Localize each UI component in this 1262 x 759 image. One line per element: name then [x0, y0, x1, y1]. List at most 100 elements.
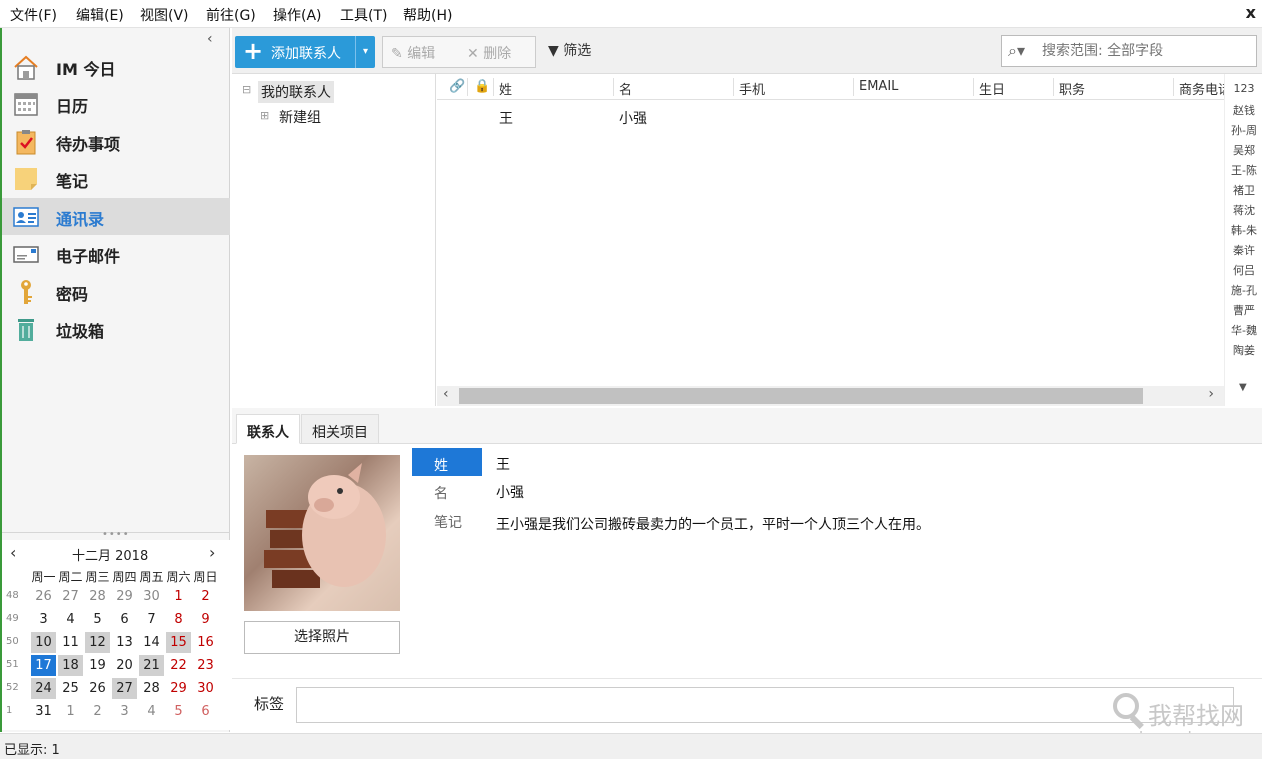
calendar-day[interactable]: 12: [85, 632, 110, 653]
calendar-day[interactable]: 1: [166, 586, 191, 607]
sidebar-item-passwords[interactable]: 密码: [2, 273, 230, 310]
calendar-day[interactable]: 3: [31, 609, 56, 630]
menu-go[interactable]: 前往(G): [206, 5, 256, 25]
scroll-right-icon[interactable]: ›: [1208, 386, 1214, 402]
close-window-button[interactable]: x: [1246, 3, 1256, 22]
column-job-title[interactable]: 职务: [1059, 79, 1085, 98]
column-mobile[interactable]: 手机: [739, 79, 765, 98]
menu-tools[interactable]: 工具(T): [340, 5, 387, 25]
alpha-index-item[interactable]: 褚卫: [1225, 182, 1262, 198]
calendar-day[interactable]: 28: [139, 678, 164, 699]
sidebar-item-im-today[interactable]: IM 今日: [2, 48, 230, 85]
calendar-day[interactable]: 5: [166, 701, 191, 722]
column-given-name[interactable]: 名: [619, 79, 632, 98]
calendar-day[interactable]: 30: [139, 586, 164, 607]
edit-button[interactable]: ✎ 编辑: [391, 43, 435, 63]
alpha-index-item[interactable]: 秦许: [1225, 242, 1262, 258]
sidebar-item-trash[interactable]: 垃圾箱: [2, 310, 230, 347]
scroll-left-icon[interactable]: ‹: [443, 386, 449, 402]
calendar-day[interactable]: 29: [112, 586, 137, 607]
horizontal-scrollbar[interactable]: ‹ ›: [437, 386, 1224, 406]
calendar-day[interactable]: 23: [193, 655, 218, 676]
tree-node-new-group[interactable]: 新建组: [279, 107, 321, 127]
field-label-surname[interactable]: 姓: [412, 448, 482, 476]
tab-related-items[interactable]: 相关项目: [301, 414, 379, 444]
calendar-day[interactable]: 22: [166, 655, 191, 676]
alpha-index-item[interactable]: 施-孔: [1225, 282, 1262, 298]
alpha-index-item[interactable]: 蒋沈: [1225, 202, 1262, 218]
alpha-index-item[interactable]: 陶姜: [1225, 342, 1262, 358]
calendar-day[interactable]: 24: [31, 678, 56, 699]
sidebar-item-calendar[interactable]: 日历: [2, 85, 230, 122]
calendar-day[interactable]: 2: [85, 701, 110, 722]
calendar-day[interactable]: 11: [58, 632, 83, 653]
tree-node-my-contacts[interactable]: 我的联系人: [258, 81, 334, 103]
lock-column-icon[interactable]: 🔒: [474, 79, 490, 94]
alpha-index-item[interactable]: 韩-朱: [1225, 222, 1262, 238]
field-value-given-name[interactable]: 小强: [496, 482, 524, 502]
calendar-day[interactable]: 20: [112, 655, 137, 676]
alpha-index-item[interactable]: 吴郑: [1225, 142, 1262, 158]
calendar-day[interactable]: 26: [31, 586, 56, 607]
tags-input[interactable]: [296, 687, 1234, 723]
calendar-day[interactable]: 9: [193, 609, 218, 630]
calendar-day[interactable]: 27: [58, 586, 83, 607]
calendar-day[interactable]: 1: [58, 701, 83, 722]
sidebar-item-todo[interactable]: 待办事项: [2, 123, 230, 160]
alpha-index-item[interactable]: 华-魏: [1225, 322, 1262, 338]
calendar-day[interactable]: 4: [58, 609, 83, 630]
sidebar-item-notes[interactable]: 笔记: [2, 160, 230, 197]
calendar-day[interactable]: 13: [112, 632, 137, 653]
calendar-day[interactable]: 30: [193, 678, 218, 699]
field-label-given-name[interactable]: 名: [412, 476, 482, 504]
add-contact-dropdown-icon[interactable]: ▾: [355, 36, 375, 68]
scroll-down-icon[interactable]: ▼: [1239, 382, 1247, 393]
column-surname[interactable]: 姓: [499, 79, 512, 98]
search-input[interactable]: [1042, 41, 1252, 61]
calendar-day[interactable]: 8: [166, 609, 191, 630]
calendar-day[interactable]: 18: [58, 655, 83, 676]
alpha-index-item[interactable]: 何吕: [1225, 262, 1262, 278]
calendar-day[interactable]: 15: [166, 632, 191, 653]
column-business-phone[interactable]: 商务电话: [1179, 79, 1224, 98]
menu-actions[interactable]: 操作(A): [273, 5, 322, 25]
scroll-thumb[interactable]: [459, 388, 1143, 404]
calendar-day[interactable]: 31: [31, 701, 56, 722]
alpha-index-item[interactable]: 孙-周: [1225, 122, 1262, 138]
menu-view[interactable]: 视图(V): [140, 5, 189, 25]
calendar-day[interactable]: 5: [85, 609, 110, 630]
field-label-notes[interactable]: 笔记: [412, 505, 482, 533]
column-email[interactable]: EMAIL: [859, 79, 898, 94]
sidebar-splitter[interactable]: ••••: [2, 529, 230, 540]
delete-button[interactable]: ✕ 删除: [467, 43, 511, 63]
search-box[interactable]: ⌕▾: [1001, 35, 1257, 67]
choose-photo-button[interactable]: 选择照片: [244, 621, 400, 654]
add-contact-button[interactable]: + 添加联系人 ▾: [235, 36, 375, 68]
alpha-index-item[interactable]: 123: [1225, 82, 1262, 95]
calendar-day[interactable]: 6: [112, 609, 137, 630]
menu-help[interactable]: 帮助(H): [403, 5, 452, 25]
calendar-day[interactable]: 2: [193, 586, 218, 607]
next-month-icon[interactable]: ›: [209, 543, 215, 562]
calendar-day[interactable]: 29: [166, 678, 191, 699]
alpha-index-item[interactable]: 赵钱: [1225, 102, 1262, 118]
calendar-day[interactable]: 27: [112, 678, 137, 699]
calendar-day[interactable]: 21: [139, 655, 164, 676]
calendar-day[interactable]: 19: [85, 655, 110, 676]
menu-file[interactable]: 文件(F): [10, 5, 57, 25]
calendar-day[interactable]: 16: [193, 632, 218, 653]
calendar-day[interactable]: 3: [112, 701, 137, 722]
menu-edit[interactable]: 编辑(E): [76, 5, 124, 25]
prev-month-icon[interactable]: ‹: [10, 543, 16, 562]
attachment-column-icon[interactable]: 🔗: [449, 79, 465, 94]
alpha-index-item[interactable]: 王-陈: [1225, 162, 1262, 178]
expand-toggle-icon[interactable]: ⊞: [260, 109, 269, 122]
calendar-day[interactable]: 17: [31, 655, 56, 676]
calendar-day[interactable]: 28: [85, 586, 110, 607]
collapse-toggle-icon[interactable]: ⊟: [242, 83, 251, 96]
field-value-surname[interactable]: 王: [496, 454, 510, 474]
tab-contact[interactable]: 联系人: [236, 414, 300, 444]
calendar-day[interactable]: 10: [31, 632, 56, 653]
calendar-day[interactable]: 14: [139, 632, 164, 653]
field-value-notes[interactable]: 王小强是我们公司搬砖最卖力的一个员工，平时一个人顶三个人在用。: [496, 514, 930, 534]
